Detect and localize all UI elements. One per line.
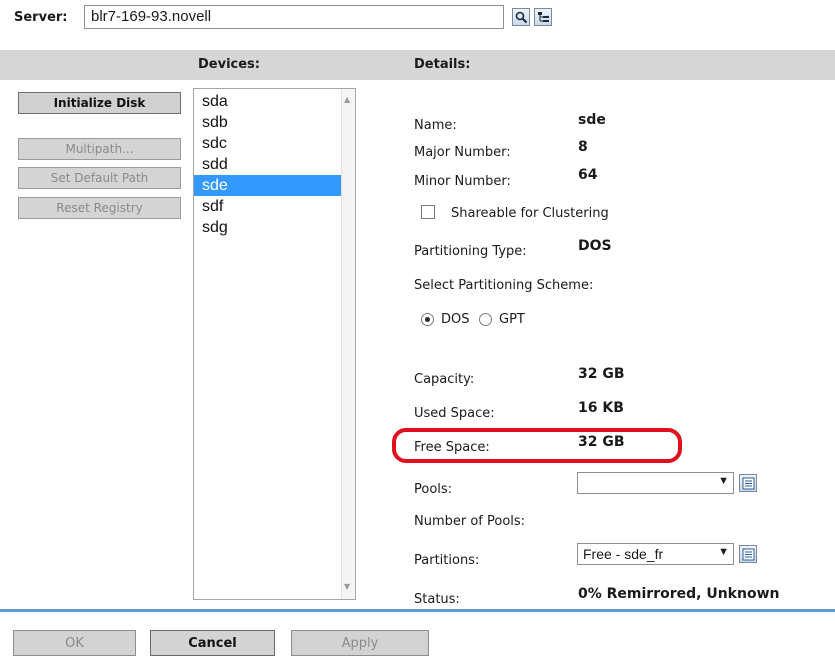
magnifier-icon[interactable] (512, 8, 530, 26)
status-label: Status: (414, 592, 460, 607)
multipath-button[interactable]: Multipath... (18, 138, 181, 160)
pools-label: Pools: (414, 482, 453, 497)
ok-button[interactable]: OK (13, 630, 136, 656)
set-default-path-button[interactable]: Set Default Path (18, 167, 181, 189)
scheme-gpt-label: GPT (499, 312, 525, 327)
used-space-label: Used Space: (414, 406, 495, 421)
device-item[interactable]: sdb (194, 112, 342, 133)
scheme-gpt-radio[interactable] (479, 313, 492, 326)
details-header: Details: (414, 57, 471, 72)
shareable-label: Shareable for Clustering (451, 206, 609, 221)
device-list-scrollbar[interactable]: ▲ ▼ (341, 89, 355, 599)
apply-button[interactable]: Apply (291, 630, 429, 656)
scroll-up-icon[interactable]: ▲ (344, 95, 350, 104)
used-space-value: 16 KB (578, 400, 624, 416)
devices-header: Devices: (198, 57, 260, 72)
major-number-value: 8 (578, 139, 588, 155)
partitioning-scheme-label: Select Partitioning Scheme: (414, 278, 594, 293)
name-value: sde (578, 112, 606, 128)
scroll-down-icon[interactable]: ▼ (344, 582, 350, 591)
minor-number-value: 64 (578, 167, 598, 183)
major-number-label: Major Number: (414, 145, 511, 160)
partitioning-type-label: Partitioning Type: (414, 244, 527, 259)
shareable-checkbox[interactable] (421, 205, 435, 219)
tree-browse-icon[interactable] (534, 8, 552, 26)
number-of-pools-label: Number of Pools: (414, 514, 526, 529)
device-item[interactable]: sdg (194, 217, 342, 238)
tree-browse-icon-glyph (537, 11, 549, 22)
scheme-dos-label: DOS (441, 312, 470, 327)
partitions-select[interactable]: Free - sde_fr ▼ (577, 543, 734, 565)
scheme-dos-radio[interactable] (421, 313, 434, 326)
device-item[interactable]: sdc (194, 133, 342, 154)
pools-select[interactable]: ▼ (577, 472, 734, 494)
partitioning-type-value: DOS (578, 238, 612, 254)
server-input[interactable]: blr7-169-93.novell (84, 5, 504, 29)
partitions-label: Partitions: (414, 553, 480, 568)
free-space-highlight-ring (392, 428, 682, 463)
cancel-button[interactable]: Cancel (150, 630, 275, 656)
server-label: Server: (14, 10, 68, 25)
device-list[interactable]: sda sdb sdc sdd sde sdf sdg ▲ ▼ (193, 88, 356, 600)
reset-registry-button[interactable]: Reset Registry (18, 197, 181, 219)
initialize-disk-button[interactable]: Initialize Disk (18, 92, 181, 114)
name-label: Name: (414, 118, 457, 133)
device-item-selected[interactable]: sde (194, 175, 342, 196)
pool-details-icon[interactable] (739, 474, 757, 492)
pool-details-icon-glyph (742, 477, 754, 489)
status-value: 0% Remirrored, Unknown (578, 586, 780, 602)
device-item[interactable]: sdd (194, 154, 342, 175)
device-item[interactable]: sdf (194, 196, 342, 217)
footer-divider (0, 609, 835, 612)
chevron-down-icon: ▼ (718, 475, 729, 487)
partitions-select-value: Free - sde_fr (583, 546, 664, 562)
device-item[interactable]: sda (194, 91, 342, 112)
capacity-label: Capacity: (414, 372, 475, 387)
magnifier-icon-glyph (515, 11, 527, 23)
partition-details-icon[interactable] (739, 545, 757, 563)
minor-number-label: Minor Number: (414, 174, 511, 189)
partition-details-icon-glyph (742, 548, 754, 560)
chevron-down-icon: ▼ (718, 546, 729, 558)
capacity-value: 32 GB (578, 366, 625, 382)
